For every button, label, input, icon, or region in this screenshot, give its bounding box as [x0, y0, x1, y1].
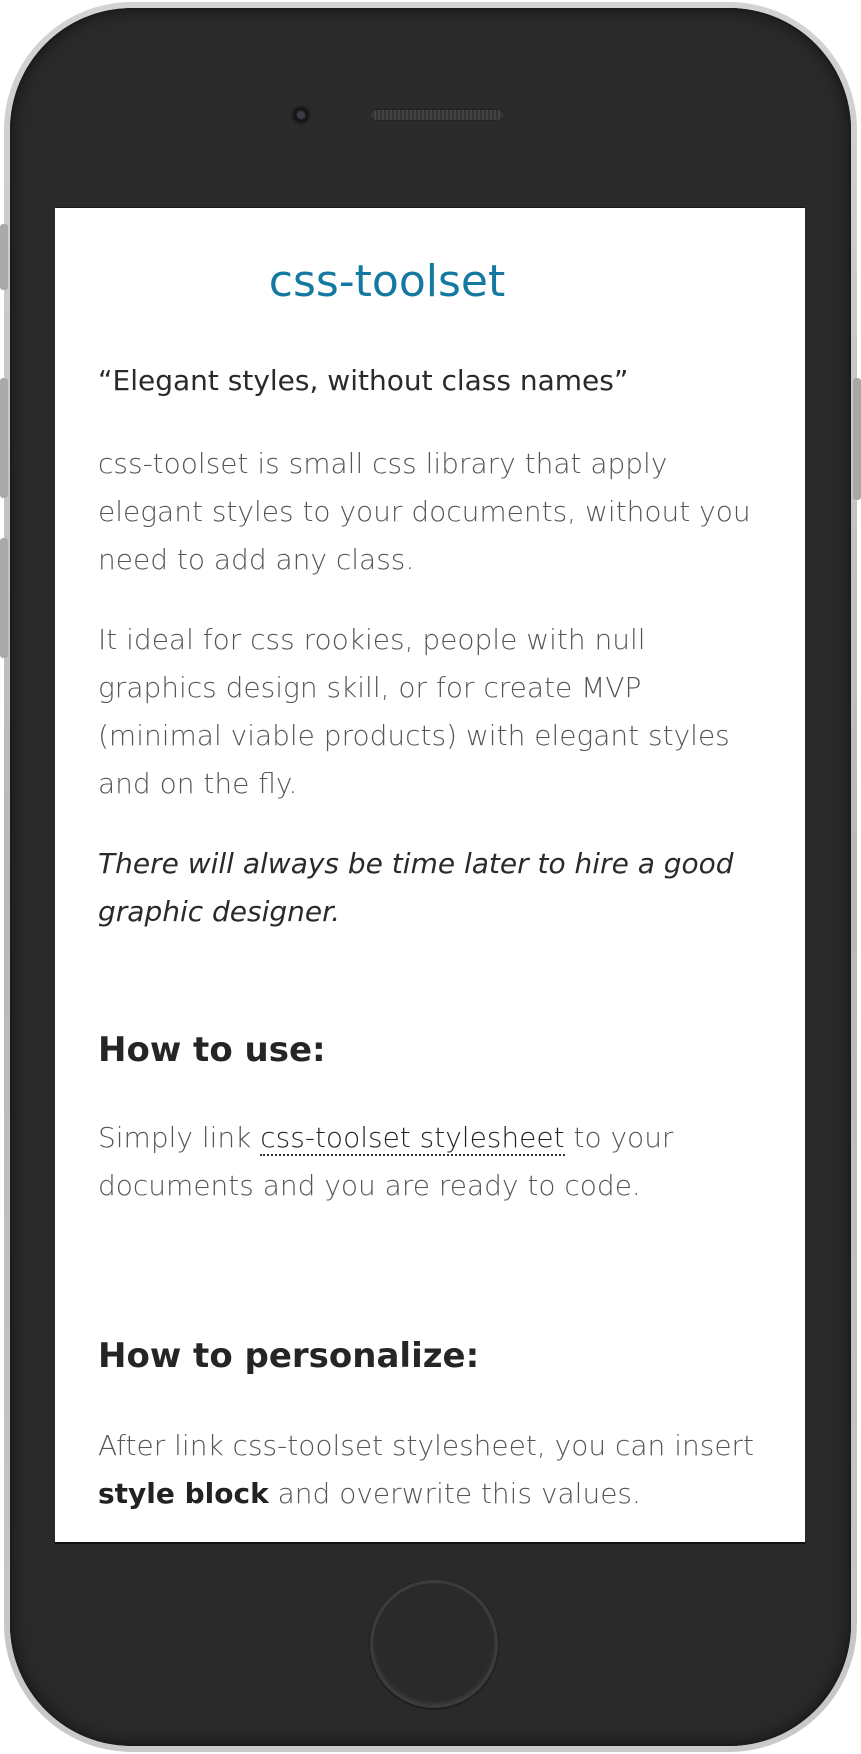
stylesheet-link[interactable]: css-toolset stylesheet — [260, 1121, 565, 1156]
intro-paragraph-1: css-toolset is small css library that ap… — [98, 447, 751, 576]
volume-up-button — [0, 378, 8, 498]
how-to-personalize-paragraph: After link css-toolset stylesheet, you c… — [98, 1422, 768, 1518]
home-button[interactable] — [370, 1580, 498, 1708]
style-block-emphasis: style block — [98, 1477, 269, 1510]
intro-quote: There will always be time later to hire … — [98, 847, 734, 928]
power-button — [853, 378, 861, 500]
silent-switch — [0, 224, 8, 290]
how-to-use-text-before: Simply link — [98, 1121, 261, 1154]
personalize-text-before: After link css-toolset stylesheet, you c… — [98, 1429, 755, 1462]
device-screen: css-toolset “Elegant styles, without cla… — [55, 208, 805, 1542]
front-camera-icon — [293, 107, 309, 123]
intro-paragraph-2: It ideal for css rookies, people with nu… — [98, 623, 730, 800]
heading-how-to-personalize: How to personalize: — [98, 1336, 480, 1376]
heading-how-to-use: How to use: — [98, 1030, 326, 1070]
how-to-use-paragraph: Simply link css-toolset stylesheet to yo… — [98, 1114, 768, 1210]
personalize-text-after: and overwrite this values. — [268, 1477, 641, 1510]
earpiece-speaker — [370, 109, 504, 121]
tagline: “Elegant styles, without class names” — [98, 364, 629, 397]
volume-down-button — [0, 538, 8, 658]
site-title: css-toolset — [268, 256, 506, 307]
